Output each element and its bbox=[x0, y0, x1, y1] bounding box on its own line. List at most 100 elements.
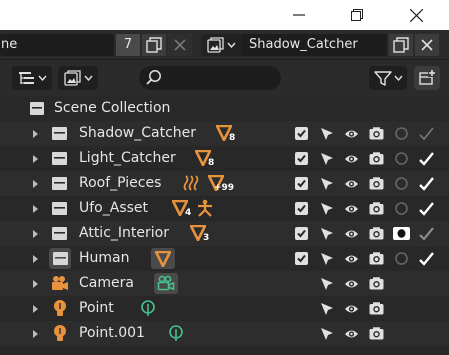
selectable-toggle[interactable] bbox=[319, 201, 334, 216]
visibility-toggle[interactable] bbox=[344, 126, 359, 141]
holdout-toggle[interactable] bbox=[393, 226, 410, 241]
expand-arrow[interactable] bbox=[33, 305, 38, 313]
outliner-row-roof-pieces[interactable]: Roof_Pieces +99 bbox=[0, 171, 449, 196]
cursor-arrow-icon bbox=[320, 302, 333, 315]
view-layer-browse-button[interactable] bbox=[201, 34, 241, 56]
holdout-toggle[interactable] bbox=[394, 251, 409, 266]
modifier-wave-icon[interactable] bbox=[183, 175, 201, 191]
checkbox-checked-icon bbox=[295, 127, 308, 140]
view-layer-name-field[interactable]: Shadow_Catcher bbox=[241, 34, 387, 56]
filter-view-dropdown[interactable] bbox=[58, 66, 98, 90]
chevron-down-icon bbox=[226, 42, 236, 48]
render-toggle[interactable] bbox=[369, 126, 384, 141]
visibility-toggle[interactable] bbox=[344, 201, 359, 216]
selectable-toggle[interactable] bbox=[319, 151, 334, 166]
item-label: Roof_Pieces bbox=[79, 175, 162, 191]
render-toggle[interactable] bbox=[369, 226, 384, 241]
outliner-row-shadow-catcher[interactable]: Shadow_Catcher 8 bbox=[0, 121, 449, 146]
indirect-only-toggle[interactable] bbox=[419, 176, 434, 191]
selectable-toggle[interactable] bbox=[319, 301, 334, 316]
camera-icon bbox=[369, 302, 384, 315]
expand-arrow[interactable] bbox=[33, 255, 38, 263]
exclude-checkbox[interactable] bbox=[294, 151, 309, 166]
scene-name-field[interactable]: ne bbox=[0, 34, 114, 56]
render-toggle[interactable] bbox=[369, 276, 384, 291]
child-count-badge: +99 bbox=[214, 183, 235, 193]
exclude-checkbox[interactable] bbox=[294, 201, 309, 216]
minimize-button[interactable] bbox=[276, 0, 322, 30]
exclude-checkbox[interactable] bbox=[294, 251, 309, 266]
search-input[interactable] bbox=[139, 66, 281, 90]
outliner-row-ufo-asset[interactable]: Ufo_Asset 4 bbox=[0, 196, 449, 221]
expand-arrow[interactable] bbox=[33, 130, 38, 138]
add-view-layer-button[interactable] bbox=[389, 34, 413, 56]
indirect-only-toggle[interactable] bbox=[419, 126, 434, 141]
scene-collection-row[interactable]: Scene Collection bbox=[0, 96, 449, 121]
unlink-scene-button[interactable] bbox=[168, 34, 192, 56]
exclude-checkbox[interactable] bbox=[294, 226, 309, 241]
expand-arrow[interactable] bbox=[33, 280, 38, 288]
outliner-row-camera[interactable]: Camera bbox=[0, 271, 449, 296]
visibility-toggle[interactable] bbox=[344, 226, 359, 241]
indirect-only-toggle[interactable] bbox=[419, 226, 434, 241]
expand-arrow[interactable] bbox=[33, 180, 38, 188]
cursor-arrow-icon bbox=[320, 227, 333, 240]
selectable-toggle[interactable] bbox=[319, 326, 334, 341]
scene-collection-icon bbox=[30, 102, 44, 115]
indirect-only-toggle[interactable] bbox=[419, 201, 434, 216]
exclude-checkbox[interactable] bbox=[294, 126, 309, 141]
remove-view-layer-button[interactable] bbox=[415, 34, 439, 56]
expand-arrow[interactable] bbox=[33, 205, 38, 213]
holdout-toggle[interactable] bbox=[394, 151, 409, 166]
render-toggle[interactable] bbox=[369, 151, 384, 166]
render-toggle[interactable] bbox=[369, 201, 384, 216]
filter-dropdown[interactable] bbox=[369, 66, 407, 90]
search-icon bbox=[146, 70, 161, 85]
light-data-icon[interactable] bbox=[140, 300, 156, 318]
outliner-row-light-catcher[interactable]: Light_Catcher 8 bbox=[0, 146, 449, 171]
restore-button[interactable] bbox=[334, 0, 380, 30]
exclude-checkbox[interactable] bbox=[294, 176, 309, 191]
visibility-toggle[interactable] bbox=[344, 251, 359, 266]
outliner-row-point[interactable]: Point bbox=[0, 296, 449, 321]
holdout-toggle[interactable] bbox=[394, 201, 409, 216]
mesh-data-icon[interactable] bbox=[155, 251, 171, 267]
render-toggle[interactable] bbox=[369, 176, 384, 191]
selectable-toggle[interactable] bbox=[319, 276, 334, 291]
indirect-only-toggle[interactable] bbox=[419, 151, 434, 166]
holdout-toggle[interactable] bbox=[394, 126, 409, 141]
child-count-badge: 4 bbox=[185, 208, 192, 218]
visibility-toggle[interactable] bbox=[344, 176, 359, 191]
selectable-toggle[interactable] bbox=[319, 126, 334, 141]
selectable-toggle[interactable] bbox=[319, 251, 334, 266]
visibility-toggle[interactable] bbox=[344, 151, 359, 166]
render-toggle[interactable] bbox=[369, 326, 384, 341]
selectable-toggle[interactable] bbox=[319, 176, 334, 191]
child-count-badge: 8 bbox=[229, 133, 236, 143]
duplicate-scene-button[interactable] bbox=[142, 34, 166, 56]
light-data-icon[interactable] bbox=[168, 325, 184, 343]
armature-icon[interactable] bbox=[196, 199, 214, 217]
outliner-row-point-001[interactable]: Point.001 bbox=[0, 321, 449, 346]
visibility-toggle[interactable] bbox=[344, 326, 359, 341]
expand-arrow[interactable] bbox=[33, 330, 38, 338]
eye-icon bbox=[345, 205, 358, 212]
display-mode-dropdown[interactable] bbox=[12, 66, 52, 90]
new-collection-button[interactable] bbox=[414, 66, 440, 90]
render-toggle[interactable] bbox=[369, 301, 384, 316]
visibility-toggle[interactable] bbox=[344, 276, 359, 291]
scene-user-count[interactable]: 7 bbox=[116, 34, 140, 56]
render-toggle[interactable] bbox=[369, 251, 384, 266]
indirect-only-toggle[interactable] bbox=[419, 251, 434, 266]
outliner-row-attic-interior[interactable]: Attic_Interior 3 bbox=[0, 221, 449, 246]
outliner-row-human[interactable]: Human bbox=[0, 246, 449, 271]
funnel-icon bbox=[373, 71, 392, 86]
expand-arrow[interactable] bbox=[33, 230, 38, 238]
visibility-toggle[interactable] bbox=[344, 301, 359, 316]
eye-icon bbox=[345, 330, 358, 337]
close-window-button[interactable] bbox=[393, 0, 439, 30]
holdout-toggle[interactable] bbox=[394, 176, 409, 191]
camera-data-icon[interactable] bbox=[157, 275, 175, 292]
selectable-toggle[interactable] bbox=[319, 226, 334, 241]
expand-arrow[interactable] bbox=[33, 155, 38, 163]
